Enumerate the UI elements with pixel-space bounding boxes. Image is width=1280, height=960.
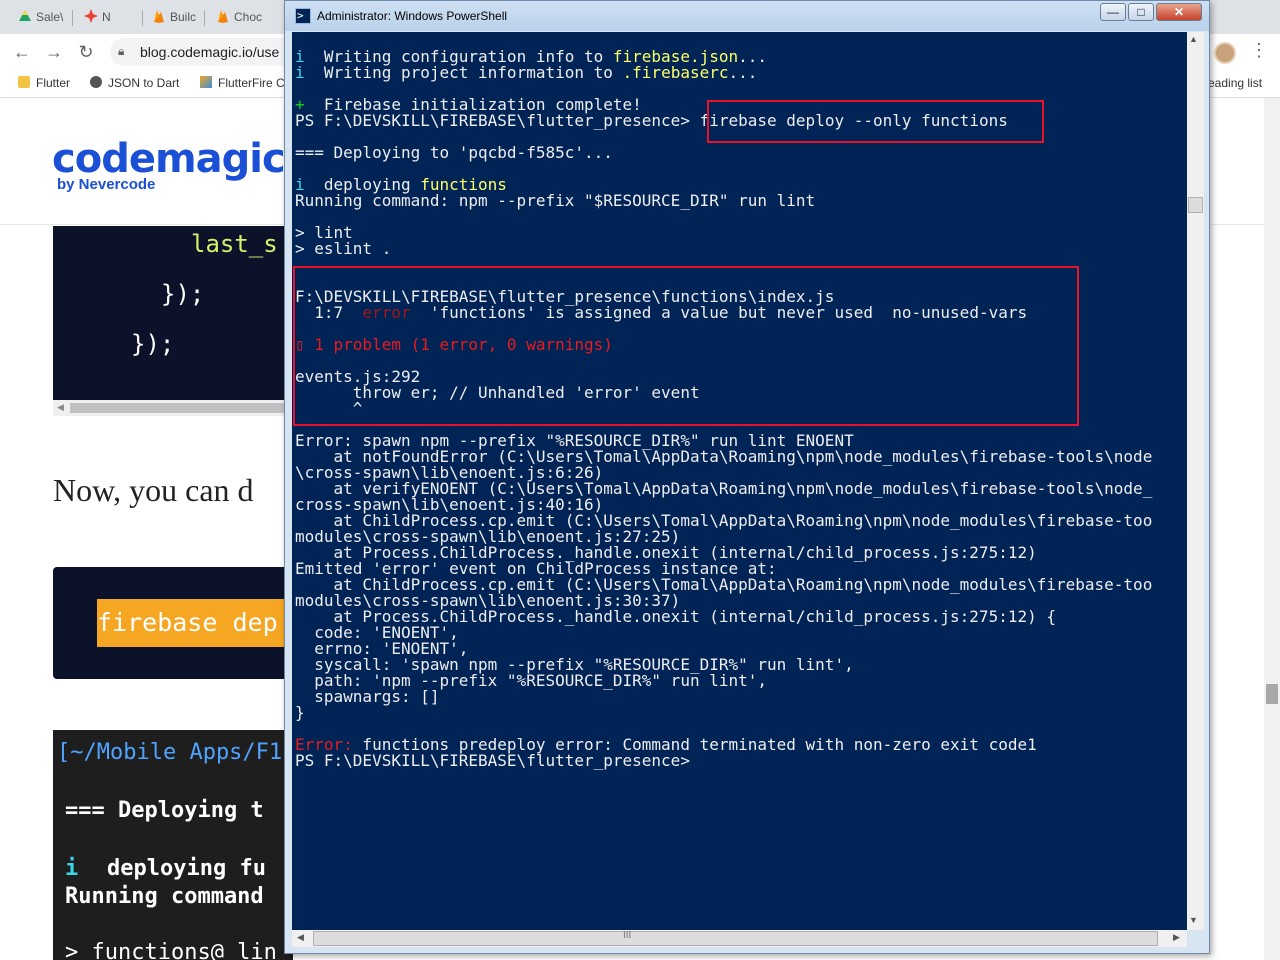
bookmark-label: Flutter <box>36 76 71 90</box>
google-drive-icon <box>18 6 32 21</box>
horizontal-scrollbar-thumb[interactable] <box>313 931 1158 946</box>
line-text: ... <box>728 63 758 82</box>
tab-label: N <box>102 10 111 24</box>
globe-icon <box>90 76 102 88</box>
url-text: blog.codemagic.io/use <box>140 44 280 60</box>
code-snippet: last_s }); }); <box>53 226 293 400</box>
minimize-button[interactable]: — <box>1100 3 1126 21</box>
terminal-line: deploying fu <box>107 856 266 881</box>
browser-tab[interactable]: Sale\ <box>12 4 68 34</box>
window-titlebar[interactable]: > Administrator: Windows PowerShell — □ … <box>285 1 1209 31</box>
command-highlight-box <box>707 100 1044 143</box>
tab-label: Choc <box>234 10 263 24</box>
browser-tab[interactable]: N <box>78 4 138 34</box>
highlighted-command: firebase dep <box>97 599 293 647</box>
terminal-line: === Deploying t <box>65 798 264 823</box>
close-button[interactable]: ✕ <box>1156 3 1202 21</box>
console-line: Running command: npm --prefix "$RESOURCE… <box>295 191 816 210</box>
window-title: Administrator: Windows PowerShell <box>317 9 508 23</box>
file-name: .firebaserc <box>622 63 729 82</box>
console-line: } <box>295 703 305 722</box>
logo-subtitle: by Nevercode <box>57 176 156 193</box>
scrollbar-grip-icon: III <box>623 930 632 941</box>
bookmark-json-to-dart[interactable]: JSON to Dart <box>90 76 179 90</box>
folder-icon <box>18 76 30 88</box>
prompt-glyph-icon: > <box>297 9 304 22</box>
lock-icon[interactable]: 🔒︎ <box>118 44 124 59</box>
tab-separator <box>72 10 73 26</box>
codemagic-icon <box>84 6 98 23</box>
tab-separator <box>204 10 205 26</box>
console-line: spawnargs: [] <box>295 687 440 706</box>
article-paragraph: Now, you can d <box>53 472 254 508</box>
terminal-screenshot: [~/Mobile Apps/F1 === Deploying t i depl… <box>53 730 293 960</box>
page-scrollbar[interactable] <box>1264 98 1280 960</box>
reload-icon[interactable]: ↻ <box>74 40 98 64</box>
bookmark-flutter[interactable]: Flutter <box>18 76 70 90</box>
line-text: Writing project information to <box>304 63 623 82</box>
vertical-scrollbar-thumb[interactable] <box>1188 197 1203 213</box>
tab-separator <box>142 10 143 26</box>
code-line: }); <box>161 280 205 308</box>
scroll-down-icon[interactable]: ▼ <box>1189 915 1198 925</box>
shell-prompt: PS F:\DEVSKILL\FIREBASE\flutter_presence… <box>295 111 690 130</box>
firebase-icon <box>152 6 166 23</box>
code-line: }); <box>131 330 175 358</box>
scroll-left-icon[interactable]: ◀ <box>57 402 64 413</box>
console-line: === Deploying to 'pqcbd-f585c'... <box>295 143 613 162</box>
console-line: i Writing project information to .fireba… <box>295 65 757 81</box>
menu-dots-icon[interactable]: ⋮ <box>1250 40 1268 61</box>
flutterfire-icon <box>200 76 212 88</box>
tab-label: Builc <box>170 10 197 24</box>
scroll-left-icon[interactable]: ◀ <box>297 932 304 943</box>
browser-tab[interactable]: Choc <box>210 4 276 34</box>
profile-avatar[interactable] <box>1214 42 1236 64</box>
scroll-right-icon[interactable]: ▶ <box>1173 932 1180 943</box>
reading-list-button[interactable]: eading list <box>1208 76 1262 90</box>
bookmark-label: JSON to Dart <box>108 76 180 90</box>
firebase-icon <box>216 6 230 23</box>
bookmark-label: FlutterFire C <box>218 76 285 90</box>
browser-tab[interactable]: Builc <box>146 4 202 34</box>
maximize-button[interactable]: □ <box>1128 3 1154 21</box>
tab-label: Sale\ <box>36 10 64 24</box>
bookmark-flutterfire[interactable]: FlutterFire C <box>200 76 285 90</box>
console-vertical-scrollbar[interactable] <box>1187 32 1204 930</box>
terminal-line: > functions@ lin <box>65 940 277 960</box>
lint-error-highlight-box <box>293 266 1079 426</box>
info-icon: i <box>295 63 305 82</box>
code-line: last_s <box>191 230 278 258</box>
scrollbar-thumb[interactable] <box>70 403 290 413</box>
console-line: > eslint . <box>295 239 392 258</box>
console-line: PS F:\DEVSKILL\FIREBASE\flutter_presence… <box>295 751 690 770</box>
terminal-info-icon: i <box>65 856 79 881</box>
back-arrow-icon[interactable]: ← <box>10 40 34 64</box>
terminal-line: Running command <box>65 884 264 909</box>
console-output[interactable]: i Writing configuration info to firebase… <box>292 32 1187 930</box>
scroll-up-icon[interactable]: ▲ <box>1189 34 1198 44</box>
page-scrollbar-thumb[interactable] <box>1266 684 1278 704</box>
powershell-window: > Administrator: Windows PowerShell — □ … <box>284 0 1210 954</box>
terminal-prompt: [~/Mobile Apps/F1 <box>57 740 283 765</box>
forward-arrow-icon[interactable]: → <box>42 40 66 64</box>
